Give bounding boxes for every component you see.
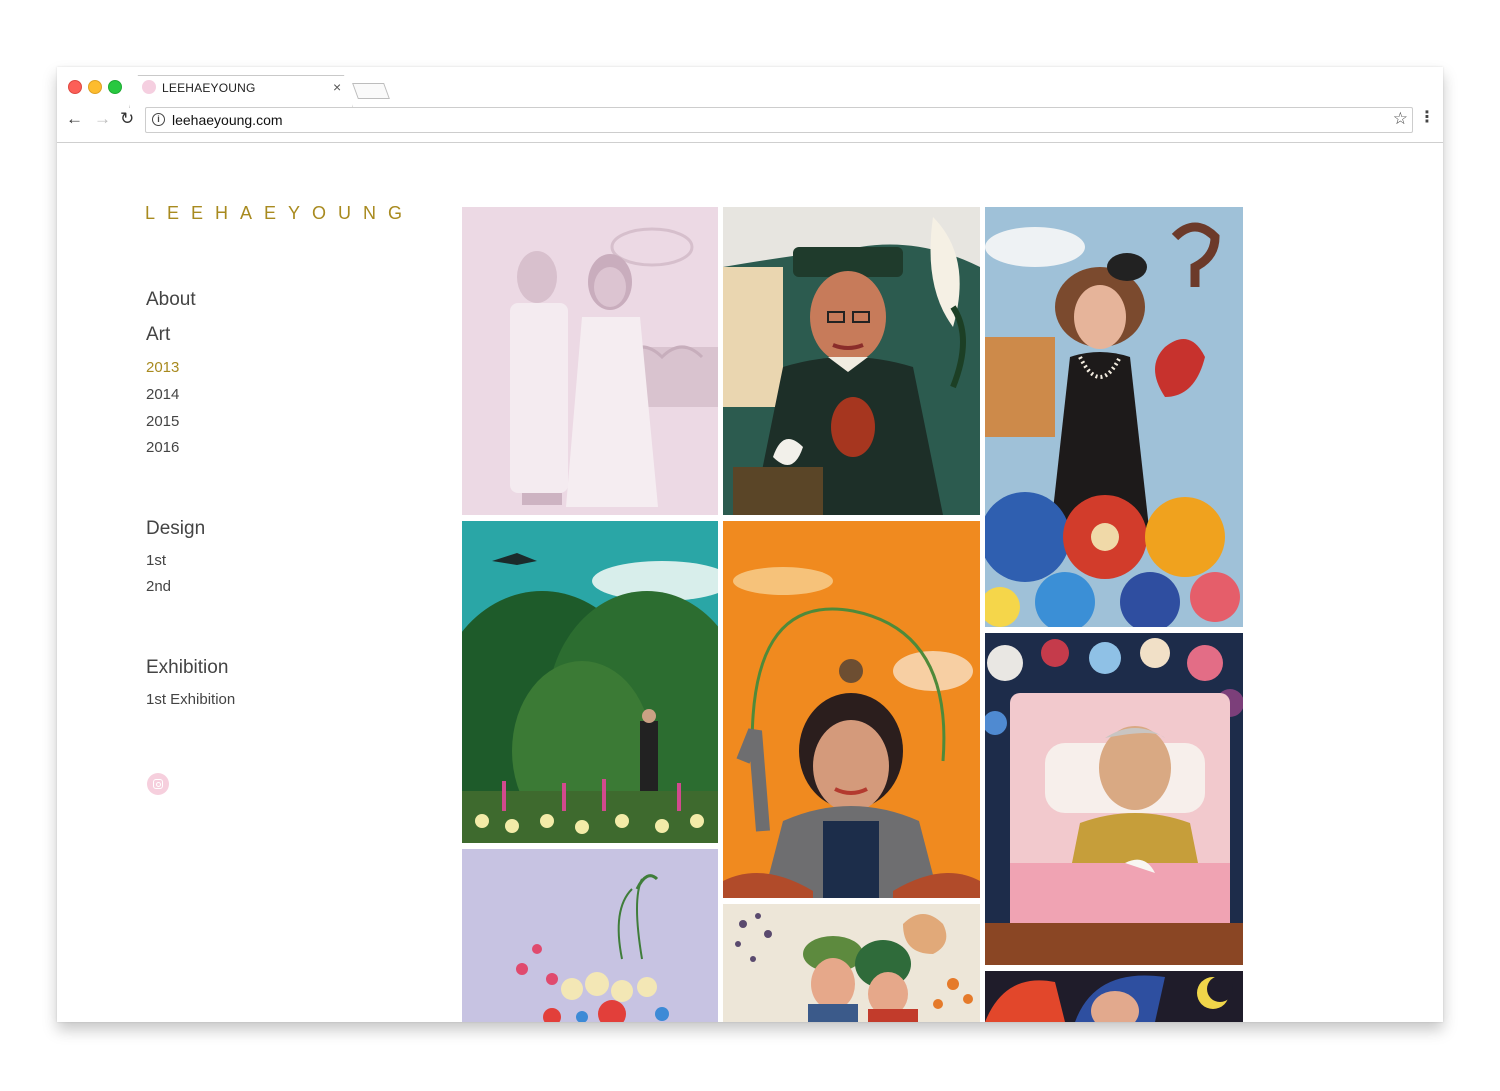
address-bar[interactable]: i leehaeyoung.com ☆ <box>145 107 1413 133</box>
nav-art-2013[interactable]: 2013 <box>146 359 179 376</box>
nav-design-1st[interactable]: 1st <box>146 552 166 569</box>
two-figures-artwork <box>723 904 980 1022</box>
tab-title[interactable]: LEEHAEYOUNG <box>162 81 256 95</box>
new-tab-button[interactable] <box>352 83 390 99</box>
favicon-icon <box>142 80 156 94</box>
minimize-window-button[interactable] <box>88 80 102 94</box>
flower-bouquet-painting[interactable] <box>462 849 718 1022</box>
green-hills-kite-painting[interactable] <box>462 521 718 843</box>
woman-with-flowers-painting[interactable] <box>985 207 1243 627</box>
nav-exhibition-1st[interactable]: 1st Exhibition <box>146 691 235 708</box>
instagram-icon[interactable] <box>147 773 169 795</box>
close-icon[interactable]: × <box>333 79 341 95</box>
elder-in-bed-artwork <box>985 633 1243 965</box>
wedding-couple-painting[interactable] <box>462 207 718 515</box>
man-with-calla-lily-artwork <box>723 207 980 515</box>
woman-with-flowers-artwork <box>985 207 1243 627</box>
nav-art[interactable]: Art <box>146 324 170 346</box>
browser-window: LEEHAEYOUNG × ← → ↻ i leehaeyoung.com ☆ … <box>57 67 1443 1022</box>
flower-bouquet-artwork <box>462 849 718 1022</box>
info-icon[interactable]: i <box>152 113 165 126</box>
blue-hair-moon-artwork <box>985 971 1243 1022</box>
star-icon[interactable]: ☆ <box>1393 109 1408 129</box>
nav-art-2016[interactable]: 2016 <box>146 439 179 456</box>
close-window-button[interactable] <box>68 80 82 94</box>
page-content: LEEHAEYOUNG About Art 2013 2014 2015 201… <box>57 143 1443 1022</box>
blue-hair-moon-painting[interactable] <box>985 971 1243 1022</box>
woman-with-owl-orange-painting[interactable] <box>723 521 980 898</box>
site-logo[interactable]: LEEHAEYOUNG <box>145 203 414 224</box>
back-arrow-icon[interactable]: ← <box>66 109 83 129</box>
nav-design-2nd[interactable]: 2nd <box>146 578 171 595</box>
wedding-couple-artwork <box>462 207 718 515</box>
forward-arrow-icon[interactable]: → <box>94 109 111 129</box>
two-figures-painting[interactable] <box>723 904 980 1022</box>
browser-toolbar: LEEHAEYOUNG × ← → ↻ i leehaeyoung.com ☆ … <box>57 67 1443 143</box>
nav-art-2014[interactable]: 2014 <box>146 386 179 403</box>
woman-with-owl-artwork <box>723 521 980 898</box>
nav-art-2015[interactable]: 2015 <box>146 413 179 430</box>
maximize-window-button[interactable] <box>108 80 122 94</box>
reload-icon[interactable]: ↻ <box>120 109 134 129</box>
green-hills-artwork <box>462 521 718 843</box>
nav-exhibition[interactable]: Exhibition <box>146 657 228 679</box>
nav-design[interactable]: Design <box>146 518 205 540</box>
man-with-calla-lily-painting[interactable] <box>723 207 980 515</box>
nav-about[interactable]: About <box>146 289 196 311</box>
menu-icon[interactable]: ⋮ <box>1419 109 1435 127</box>
url-text[interactable]: leehaeyoung.com <box>172 112 283 128</box>
elder-in-bed-painting[interactable] <box>985 633 1243 965</box>
